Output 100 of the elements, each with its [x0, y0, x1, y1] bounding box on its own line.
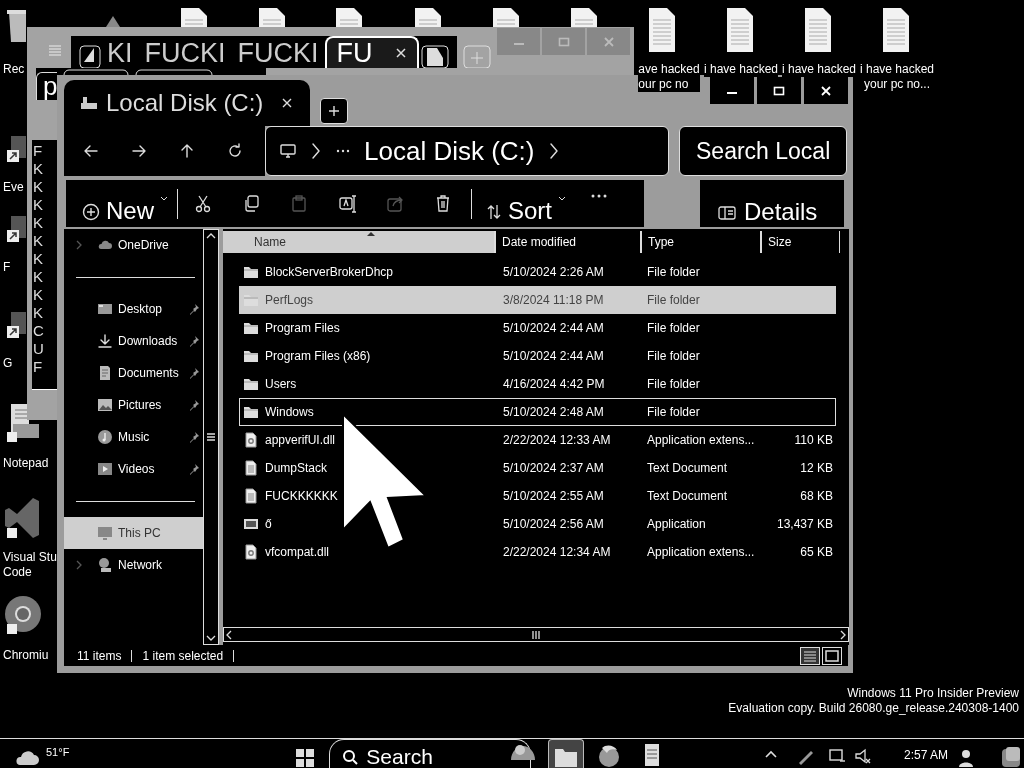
- details-pane-icon: [718, 206, 736, 220]
- text-file-icon: [243, 488, 259, 504]
- tiles-view-icon[interactable]: [822, 646, 842, 665]
- chevron-right-icon[interactable]: [310, 141, 322, 161]
- nav-item[interactable]: This PC: [64, 517, 203, 549]
- folder-icon: [243, 264, 259, 280]
- folder-icon: [243, 376, 259, 392]
- pin-icon[interactable]: [188, 367, 200, 379]
- start-icon[interactable]: [295, 748, 316, 768]
- clock[interactable]: 2:57 AM: [903, 746, 948, 764]
- column-header[interactable]: Size: [761, 231, 840, 253]
- details-view-icon[interactable]: [800, 646, 820, 665]
- file-row[interactable]: PerfLogs 3/8/2024 11:18 PM File folder: [239, 286, 836, 314]
- file-row[interactable]: vfcompat.dll 2/22/2024 12:34 AM Application extens... 65 KB: [239, 538, 836, 566]
- nav-item[interactable]: Videos: [64, 453, 203, 485]
- file-row[interactable]: FUCKKKKKK 5/10/2024 2:55 AM Text Document 68 KB: [239, 482, 836, 510]
- display-icon[interactable]: [827, 747, 846, 765]
- network-icon: [97, 557, 113, 573]
- file-name: Program Files (x86): [265, 348, 371, 365]
- nav-item[interactable]: Downloads: [64, 325, 203, 357]
- list-entry: K: [33, 214, 44, 232]
- search-field[interactable]: Search Local: [679, 126, 847, 176]
- browser-tab[interactable]: KI: [103, 38, 137, 68]
- file-row[interactable]: Program Files (x86) 5/10/2024 2:44 AM File folder: [239, 342, 836, 370]
- date-cell-text: 5/10/2024 2:55 AM: [503, 488, 605, 505]
- column-header[interactable]: Name: [223, 231, 495, 253]
- close-icon[interactable]: [394, 47, 407, 59]
- nav-item[interactable]: Music: [64, 421, 203, 453]
- folder-tab[interactable]: Local Disk (C:): [64, 80, 310, 126]
- file-row[interactable]: appverifUI.dll 2/22/2024 12:33 AM Application extens... 110 KB: [239, 426, 836, 454]
- speaker-muted-icon[interactable]: [853, 747, 872, 765]
- size-cell-text: 12 KB: [799, 460, 834, 477]
- icon-label: i have hacked: [703, 62, 779, 77]
- new-tab-button[interactable]: [320, 98, 348, 124]
- list-entry: K: [33, 304, 44, 322]
- maximize-icon[interactable]: [773, 84, 785, 97]
- copy-icon[interactable]: [242, 193, 260, 214]
- refresh-icon[interactable]: [226, 142, 244, 160]
- grip-icon[interactable]: [532, 629, 540, 640]
- list-entry: C: [33, 322, 45, 340]
- nav-item[interactable]: Documents: [64, 357, 203, 389]
- file-row[interactable]: Windows 5/10/2024 2:48 AM File folder: [239, 398, 836, 426]
- tab-outline-icon[interactable]: [63, 69, 129, 75]
- browser-tab[interactable]: FUCKI: [233, 38, 323, 68]
- more-icon[interactable]: [590, 192, 609, 199]
- scrollbar[interactable]: [203, 229, 219, 645]
- tab-outline-icon[interactable]: [135, 69, 213, 75]
- pin-icon[interactable]: [188, 463, 200, 475]
- chevron-right-icon[interactable]: [548, 141, 561, 161]
- more-icon[interactable]: [336, 149, 350, 153]
- scrollbar[interactable]: [223, 627, 849, 642]
- list-entry: U: [33, 340, 45, 358]
- grip-icon[interactable]: [206, 433, 216, 441]
- type-cell-text: Text Document: [647, 488, 729, 505]
- file-name: appverifUI.dll: [265, 432, 336, 449]
- person-icon[interactable]: [958, 747, 974, 767]
- details-button[interactable]: Details: [700, 180, 844, 227]
- address-bar[interactable]: Local Disk (C:): [265, 126, 669, 176]
- pin-icon[interactable]: [188, 335, 200, 347]
- list-entry: K: [33, 286, 44, 304]
- cloud-icon[interactable]: [14, 748, 40, 766]
- sort-up-icon[interactable]: [367, 231, 375, 236]
- taskbar-search[interactable]: Search: [329, 739, 531, 768]
- sort-arrows-icon: [486, 202, 502, 221]
- browser-tab[interactable]: FU: [324, 36, 419, 68]
- monitor-icon: [97, 525, 113, 541]
- column-header[interactable]: Type: [641, 231, 761, 253]
- rename-icon[interactable]: [338, 193, 356, 214]
- pin-icon[interactable]: [188, 303, 200, 315]
- pin-icon[interactable]: [188, 431, 200, 443]
- list-entry: K: [33, 250, 44, 268]
- trash-icon[interactable]: [434, 193, 452, 214]
- sort-button[interactable]: Sort: [486, 181, 567, 226]
- icon-label: ave hacked our pc no: [638, 62, 700, 92]
- chevron-left-icon[interactable]: [224, 629, 234, 640]
- pin-icon[interactable]: [188, 399, 200, 411]
- list-entry: K: [33, 232, 44, 250]
- plus-icon: [328, 105, 340, 117]
- date-cell-text: 4/16/2024 4:42 PM: [503, 376, 606, 393]
- file-row[interactable]: Program Files 5/10/2024 2:44 AM File folder: [239, 314, 836, 342]
- file-row[interactable]: Users 4/16/2024 4:42 PM File folder: [239, 370, 836, 398]
- nav-item[interactable]: Pictures: [64, 389, 203, 421]
- list-entry: F: [33, 142, 44, 160]
- nav-item[interactable]: Desktop: [64, 293, 203, 325]
- new-button[interactable]: New: [82, 181, 168, 226]
- column-header[interactable]: Date modified: [495, 231, 641, 253]
- chevron-right-icon[interactable]: [838, 629, 848, 640]
- nav-item[interactable]: Network: [64, 549, 203, 581]
- file-row[interactable]: DumpStack 5/10/2024 2:37 AM Text Document 12 KB: [239, 454, 836, 482]
- date-cell-text: 2/22/2024 12:33 AM: [503, 432, 612, 449]
- close-icon[interactable]: [281, 97, 294, 109]
- icon-label: i have hacked your pc no...: [859, 62, 935, 92]
- browser-tab[interactable]: FUCKI: [140, 38, 230, 68]
- file-row[interactable]: BlockServerBrokerDhcp 5/10/2024 2:26 AM File folder: [239, 258, 836, 286]
- nav-item[interactable]: OneDrive: [64, 229, 203, 261]
- tab-favicon-icon: [79, 42, 101, 68]
- drive-icon: [80, 95, 98, 111]
- folder-icon: [243, 320, 259, 336]
- file-row[interactable]: ő 5/10/2024 2:56 AM Application 13,437 KB: [239, 510, 836, 538]
- scissors-icon[interactable]: [194, 193, 212, 214]
